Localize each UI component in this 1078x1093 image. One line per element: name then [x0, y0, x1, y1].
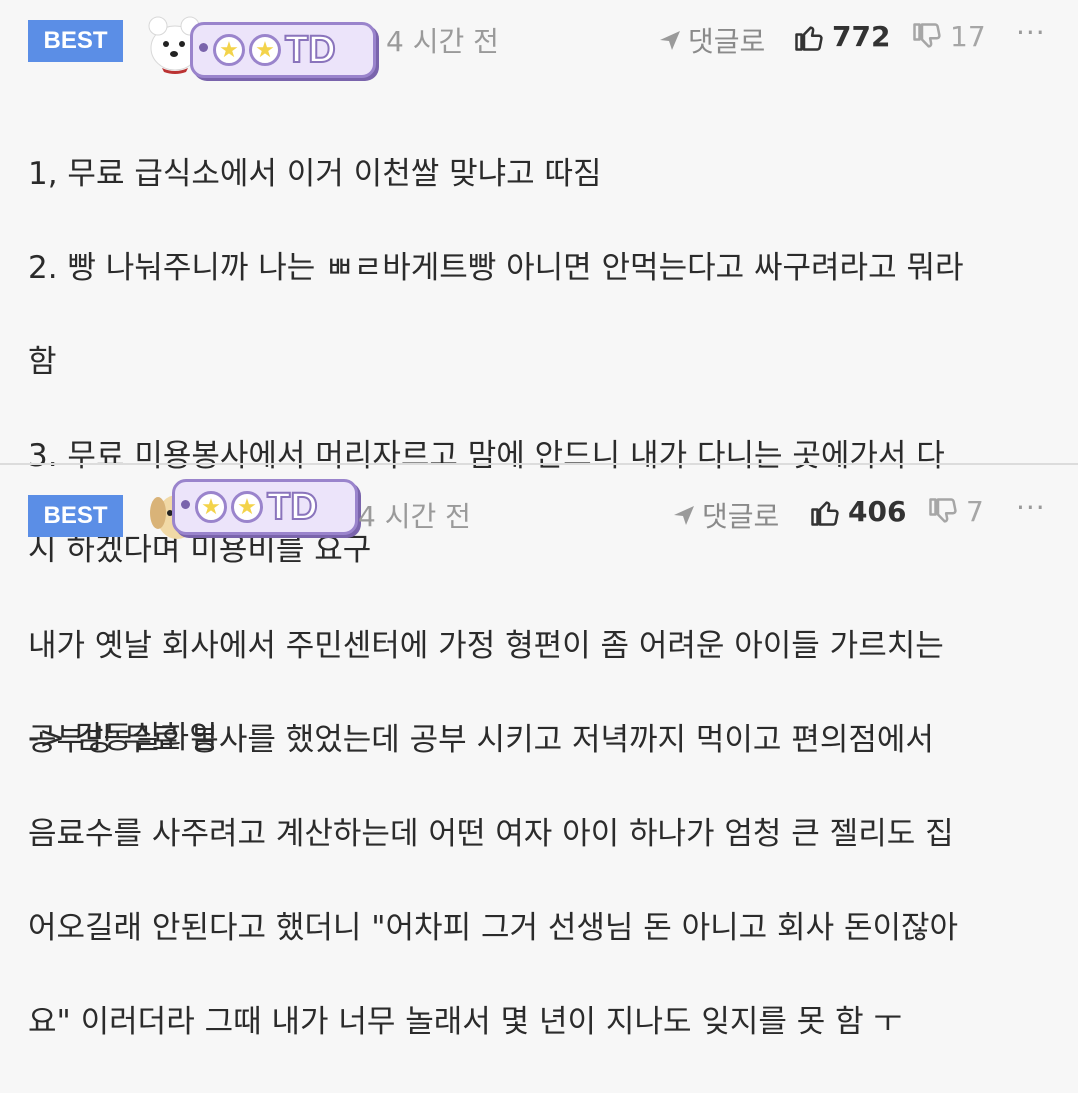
comment-line: 요" 이러더라 그때 내가 너무 놀래서 몇 년이 지나도 잊지를 못 함 ㅜ — [28, 1004, 903, 1040]
reply-button[interactable]: 댓글로 — [658, 20, 765, 60]
star-icon: ★ — [195, 491, 227, 523]
more-options-icon[interactable]: ··· — [1016, 16, 1046, 49]
comment-1: BEST ★ ★ TD 4 시간 전 댓글로 772 17 ··· 1, 무료 … — [0, 0, 1078, 756]
reply-label: 댓글로 — [688, 25, 766, 58]
comment-line: 1, 무료 급식소에서 이거 이천쌀 맞냐고 따짐 — [28, 156, 602, 192]
star-icon: ★ — [249, 34, 281, 66]
comment-line: 어오길래 안된다고 했더니 "어차피 그거 선생님 돈 아니고 회사 돈이잖아 — [28, 910, 959, 946]
ootd-letters: TD — [284, 29, 337, 71]
comment-line: 2. 빵 나눠주니까 나는 ㅃㄹ바게트빵 아니면 안먹는다고 싸구려라고 뭐라 — [28, 250, 964, 286]
ootd-letters: TD — [266, 486, 319, 528]
comment-header: BEST ★ ★ TD 4 시간 전 댓글로 772 17 ··· — [0, 0, 1078, 80]
comment-2: BEST ★ ★ TD 4 시간 전 댓글로 406 7 ··· 내가 옛날 회… — [0, 465, 1078, 1040]
thumbs-down-icon — [913, 22, 941, 48]
like-button[interactable]: 406 — [810, 495, 906, 528]
like-button[interactable]: 772 — [794, 20, 890, 53]
comment-line: 음료수를 사주려고 계산하는데 어떤 여자 아이 하나가 엄청 큰 젤리도 집 — [28, 816, 954, 852]
timestamp: 4 시간 전 — [358, 500, 471, 533]
like-count: 772 — [832, 20, 891, 53]
best-badge: BEST — [28, 20, 123, 62]
comment-header: BEST ★ ★ TD 4 시간 전 댓글로 406 7 ··· — [0, 465, 1078, 545]
thumbs-down-icon — [929, 497, 957, 523]
thumbs-up-icon — [795, 25, 823, 51]
dislike-count: 17 — [950, 20, 986, 53]
comment-line: 함 — [28, 344, 57, 380]
reply-button[interactable]: 댓글로 — [672, 495, 779, 535]
best-badge: BEST — [28, 495, 123, 537]
comment-line: 내가 옛날 회사에서 주민센터에 가정 형편이 좀 어려운 아이들 가르치는 — [28, 628, 944, 664]
reply-label: 댓글로 — [702, 500, 780, 533]
send-arrow-icon — [674, 506, 694, 525]
star-icon: ★ — [213, 34, 245, 66]
ootd-badge: ★ ★ TD — [172, 479, 358, 535]
dislike-button[interactable]: 7 — [928, 495, 984, 528]
dislike-count: 7 — [966, 495, 984, 528]
send-arrow-icon — [660, 31, 680, 50]
comment-text: 내가 옛날 회사에서 주민센터에 가정 형편이 좀 어려운 아이들 가르치는 공… — [28, 576, 1058, 1093]
dislike-button[interactable]: 17 — [912, 20, 986, 53]
more-options-icon[interactable]: ··· — [1016, 491, 1046, 524]
star-icon: ★ — [231, 491, 263, 523]
thumbs-up-icon — [811, 500, 839, 526]
ootd-badge: ★ ★ TD — [190, 22, 376, 78]
comment-line: 공부방 무료 봉사를 했었는데 공부 시키고 저녁까지 먹이고 편의점에서 — [28, 722, 934, 758]
timestamp: 4 시간 전 — [386, 25, 499, 58]
like-count: 406 — [848, 495, 907, 528]
